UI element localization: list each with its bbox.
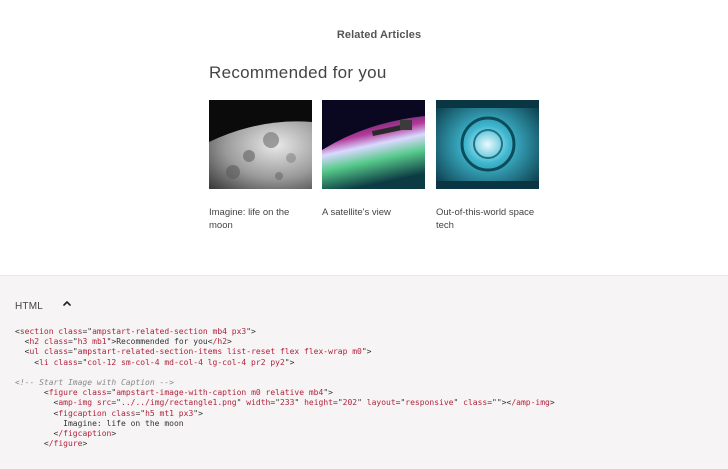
satellite-earth-image[interactable] [322,100,425,189]
code-block: <section class="ampstart-related-section… [15,327,555,449]
article-card[interactable]: A satellite's view [322,100,426,219]
code-panel: HTML <section class="ampstart-related-se… [0,275,728,469]
chevron-up-icon[interactable] [62,298,72,308]
component-preview: Related Articles Recommended for you Ima… [0,0,728,275]
code-panel-header[interactable]: HTML [15,296,71,312]
code-language-label: HTML [15,301,44,312]
article-title[interactable]: Out-of-this-world space tech [436,206,536,232]
article-title[interactable]: A satellite's view [322,206,422,219]
article-card[interactable]: Imagine: life on the moon [209,100,313,232]
article-title[interactable]: Imagine: life on the moon [209,206,309,232]
section-label: Related Articles [336,29,422,41]
space-station-interior-image[interactable] [436,100,539,189]
recommended-heading: Recommended for you [209,63,387,82]
moon-surface-image[interactable] [209,100,312,189]
article-card[interactable]: Out-of-this-world space tech [436,100,540,232]
